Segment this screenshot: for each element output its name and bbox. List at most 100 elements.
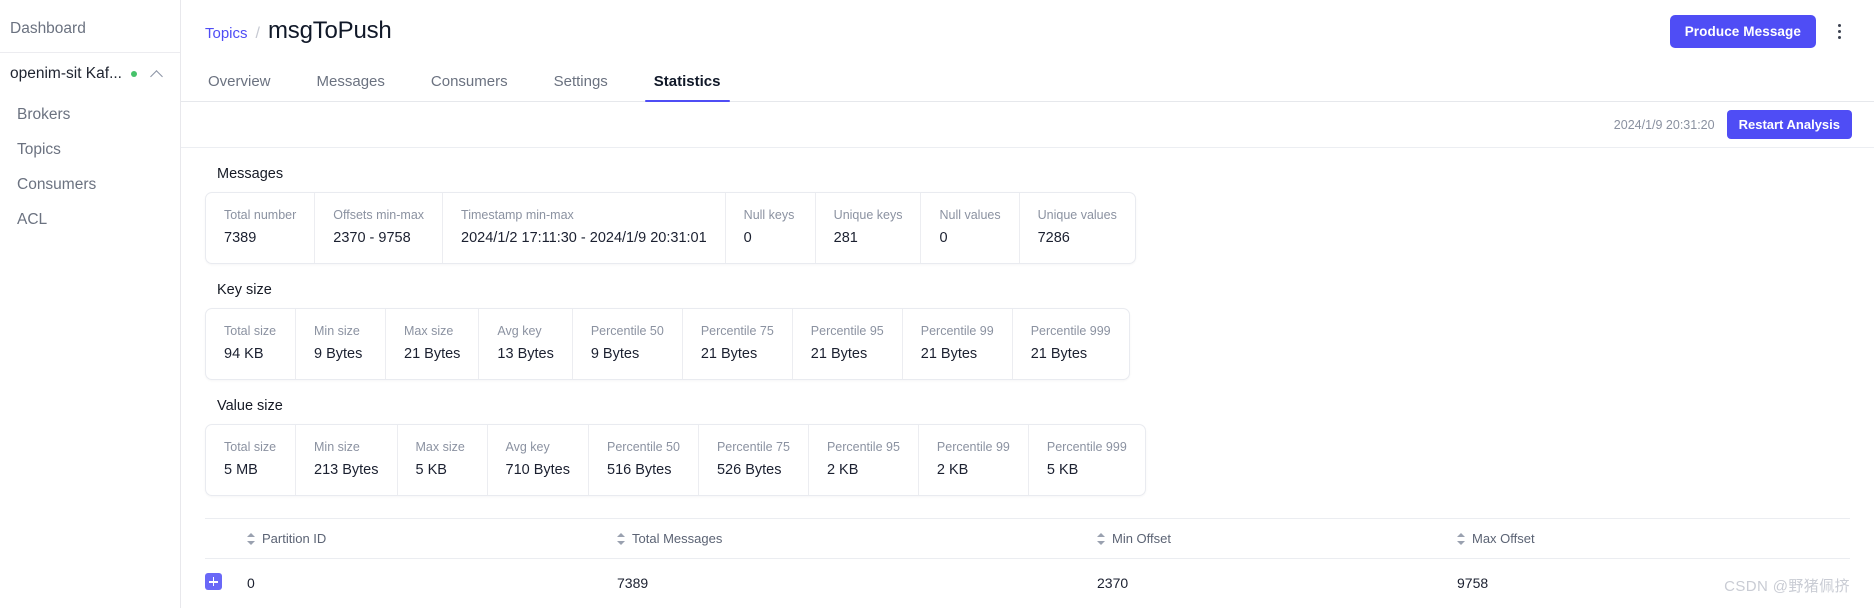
tab-statistics[interactable]: Statistics xyxy=(644,73,730,102)
page-title: msgToPush xyxy=(267,17,392,44)
stat-label: Total size xyxy=(224,440,277,454)
sidebar-item-acl[interactable]: ACL xyxy=(0,202,180,237)
sidebar: Dashboard openim-sit Kaf... Brokers Topi… xyxy=(0,0,181,608)
stat-cell-percentile-50: Percentile 50 9 Bytes xyxy=(573,309,683,379)
section-messages: Messages Total number 7389 Offsets min-m… xyxy=(205,162,1850,264)
watermark: CSDN @野猪佩挤 xyxy=(1724,578,1850,595)
table-header-label: Max Offset xyxy=(1472,531,1535,546)
stat-strip-messages: Total number 7389 Offsets min-max 2370 -… xyxy=(205,192,1136,264)
sidebar-item-consumers[interactable]: Consumers xyxy=(0,167,180,202)
section-title: Messages xyxy=(217,166,284,182)
cluster-name-label: openim-sit Kaf... xyxy=(10,65,122,82)
cell-partition-id: 0 xyxy=(247,575,255,591)
table-header-partition-id[interactable]: Partition ID xyxy=(247,519,617,559)
stat-value: 2024/1/2 17:11:30 - 2024/1/9 20:31:01 xyxy=(461,230,707,246)
stat-cell-percentile-75: Percentile 75 526 Bytes xyxy=(699,425,809,495)
stat-strip-key-size: Total size 94 KB Min size 9 Bytes Max si… xyxy=(205,308,1130,380)
stat-cell-min-size: Min size 213 Bytes xyxy=(296,425,398,495)
table-row[interactable]: 0 7389 2370 9758 xyxy=(205,559,1850,608)
sidebar-item-dashboard[interactable]: Dashboard xyxy=(0,16,180,42)
breadcrumb-link-topics[interactable]: Topics xyxy=(205,25,248,42)
stat-cell-percentile-50: Percentile 50 516 Bytes xyxy=(589,425,699,495)
sidebar-cluster-selector[interactable]: openim-sit Kaf... xyxy=(0,53,180,93)
sidebar-item-topics[interactable]: Topics xyxy=(0,132,180,167)
partitions-table: Partition ID Total Messages Min Offset M… xyxy=(205,519,1850,607)
stat-value: 9 Bytes xyxy=(590,346,640,362)
stat-cell-null-keys: Null keys 0 xyxy=(726,193,816,263)
cluster-status-dot-icon xyxy=(131,71,137,77)
stat-label: Total number xyxy=(224,208,297,222)
table-header-total-messages[interactable]: Total Messages xyxy=(617,519,1097,559)
stat-cell-avg-key: Avg key 13 Bytes xyxy=(479,309,573,379)
sidebar-item-brokers[interactable]: Brokers xyxy=(0,97,180,132)
stat-value: 5 KB xyxy=(1046,462,1079,478)
stat-label: Null values xyxy=(939,208,1001,222)
table-header-max-offset[interactable]: Max Offset xyxy=(1457,519,1850,559)
restart-analysis-button[interactable]: Restart Analysis xyxy=(1726,110,1852,139)
table-header-label: Partition ID xyxy=(262,531,327,546)
produce-message-button[interactable]: Produce Message xyxy=(1669,14,1816,48)
stat-label: Min size xyxy=(314,440,360,454)
stat-label: Unique keys xyxy=(833,208,903,222)
app-root: Dashboard openim-sit Kaf... Brokers Topi… xyxy=(0,0,1874,608)
stat-label: Null keys xyxy=(743,208,795,222)
stat-value: 7389 xyxy=(224,230,257,246)
tab-consumers[interactable]: Consumers xyxy=(428,73,511,101)
stat-cell-min-size: Min size 9 Bytes xyxy=(296,309,386,379)
expand-row-icon[interactable] xyxy=(205,573,222,590)
table-body: 0 7389 2370 9758 xyxy=(205,559,1850,608)
stat-label: Percentile 999 xyxy=(1030,324,1111,338)
sidebar-dashboard-label: Dashboard xyxy=(10,20,86,37)
chevron-up-icon[interactable] xyxy=(151,68,163,80)
stat-value: 21 Bytes xyxy=(920,346,978,362)
stat-label: Percentile 50 xyxy=(607,440,680,454)
cell-total-messages: 7389 xyxy=(617,575,649,591)
section-title: Key size xyxy=(217,282,272,298)
sort-icon[interactable] xyxy=(1097,533,1106,545)
sort-icon[interactable] xyxy=(617,533,626,545)
stat-cell-percentile-95: Percentile 95 2 KB xyxy=(809,425,919,495)
tab-overview[interactable]: Overview xyxy=(205,73,274,101)
stat-value: 0 xyxy=(743,230,752,246)
tab-label: Consumers xyxy=(430,73,508,90)
stat-cell-percentile-99: Percentile 99 21 Bytes xyxy=(903,309,1013,379)
stat-cell-offsets-min-max: Offsets min-max 2370 - 9758 xyxy=(315,193,444,263)
stat-cell-max-size: Max size 21 Bytes xyxy=(386,309,480,379)
stat-strip-value-size: Total size 5 MB Min size 213 Bytes Max s… xyxy=(205,424,1146,496)
stat-label: Min size xyxy=(314,324,360,338)
statistics-content: Messages Total number 7389 Offsets min-m… xyxy=(181,148,1874,608)
more-options-icon[interactable] xyxy=(1826,18,1852,44)
breadcrumb-separator: / xyxy=(255,25,260,42)
sort-icon[interactable] xyxy=(247,533,256,545)
stat-value: 9 Bytes xyxy=(314,346,363,362)
stat-cell-percentile-999: Percentile 999 21 Bytes xyxy=(1013,309,1129,379)
stat-label: Avg key xyxy=(505,440,550,454)
stat-label: Total size xyxy=(224,324,277,338)
analysis-timestamp: 2024/1/9 20:31:20 xyxy=(1613,117,1715,132)
analysis-toolbar: 2024/1/9 20:31:20 Restart Analysis xyxy=(181,102,1874,148)
main-panel: Topics / msgToPush Produce Message Overv… xyxy=(181,0,1874,608)
table-head: Partition ID Total Messages Min Offset M… xyxy=(205,519,1850,559)
section-value-size: Value size Total size 5 MB Min size 213 … xyxy=(205,394,1850,496)
sidebar-item-label: ACL xyxy=(17,211,48,228)
tab-label: Statistics xyxy=(653,73,721,90)
stat-cell-unique-keys: Unique keys 281 xyxy=(816,193,922,263)
stat-cell-total-number: Total number 7389 xyxy=(206,193,316,263)
stat-label: Percentile 75 xyxy=(716,440,790,454)
stat-label: Percentile 95 xyxy=(810,324,884,338)
stat-label: Max size xyxy=(404,324,454,338)
kebab-dot xyxy=(1837,29,1841,33)
stat-label: Offsets min-max xyxy=(333,208,425,222)
tab-messages[interactable]: Messages xyxy=(314,73,388,101)
stat-value: 5 MB xyxy=(224,462,258,478)
tab-settings[interactable]: Settings xyxy=(551,73,611,101)
stat-value: 21 Bytes xyxy=(1030,346,1088,362)
stat-value: 2 KB xyxy=(826,462,859,478)
table-header-min-offset[interactable]: Min Offset xyxy=(1097,519,1457,559)
stat-value: 21 Bytes xyxy=(700,346,758,362)
stat-value: 94 KB xyxy=(224,346,264,362)
sort-icon[interactable] xyxy=(1457,533,1466,545)
stat-label: Percentile 999 xyxy=(1046,440,1127,454)
sidebar-item-label: Topics xyxy=(17,141,61,158)
sidebar-nav: Brokers Topics Consumers ACL xyxy=(0,93,180,237)
